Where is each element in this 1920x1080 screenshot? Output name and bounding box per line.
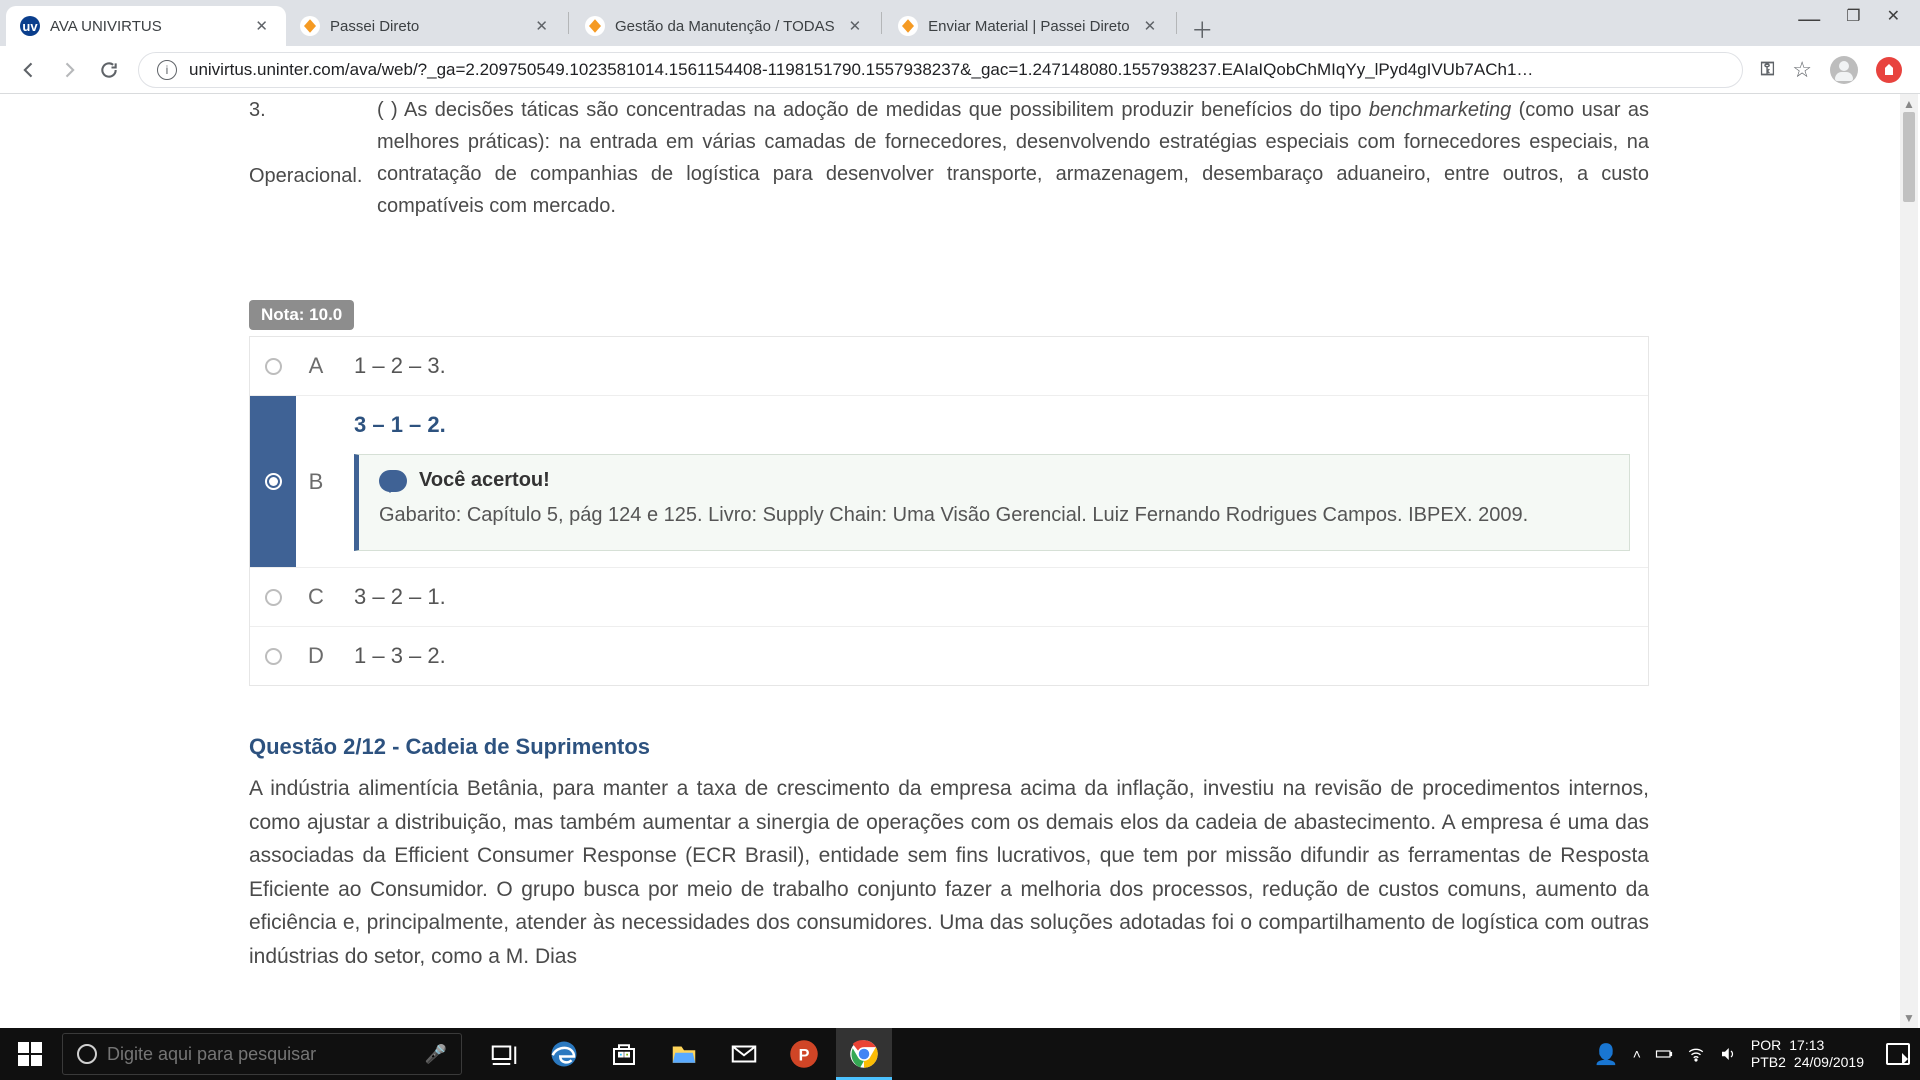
clock[interactable]: POR 17:13 PTB2 24/09/2019	[1751, 1037, 1864, 1071]
edge-icon[interactable]	[536, 1028, 592, 1080]
radio-checked-icon[interactable]	[265, 473, 282, 490]
radio-icon[interactable]	[265, 589, 282, 606]
close-icon[interactable]: ✕	[251, 17, 272, 35]
radio-icon[interactable]	[265, 648, 282, 665]
question-2-title: Questão 2/12 - Cadeia de Suprimentos	[249, 734, 1649, 760]
tab-gestao-manutencao[interactable]: Gestão da Manutenção / TODAS ✕	[571, 6, 879, 46]
tab-passei-direto[interactable]: Passei Direto ✕	[286, 6, 566, 46]
back-icon[interactable]	[18, 59, 40, 81]
close-window-icon[interactable]: ✕	[1887, 6, 1900, 32]
address-bar[interactable]: i univirtus.uninter.com/ava/web/?_ga=2.2…	[138, 52, 1743, 88]
favicon-univirtus: uv	[20, 16, 40, 36]
battery-icon[interactable]	[1655, 1045, 1673, 1063]
scroll-up-icon[interactable]: ▲	[1900, 94, 1918, 114]
tray-chevron-icon[interactable]: ˄	[1633, 1046, 1641, 1062]
microphone-icon[interactable]: 🎤	[425, 1044, 447, 1065]
reload-icon[interactable]	[98, 59, 120, 81]
system-tray: 👤 ˄ POR 17:13 PTB2 24/09/2019	[1594, 1037, 1920, 1071]
score-badge: Nota: 10.0	[249, 300, 354, 330]
lang-code: POR	[1751, 1037, 1781, 1054]
task-view-icon[interactable]	[476, 1028, 532, 1080]
keyboard-layout: PTB2	[1751, 1054, 1786, 1071]
url-text: univirtus.uninter.com/ava/web/?_ga=2.209…	[189, 60, 1724, 80]
action-center-icon[interactable]	[1886, 1043, 1910, 1065]
feedback-title: Você acertou!	[419, 469, 550, 492]
favicon-passei-direto	[585, 16, 605, 36]
option-a[interactable]: A 1 – 2 – 3.	[250, 337, 1648, 395]
volume-icon[interactable]	[1719, 1045, 1737, 1063]
option-c[interactable]: C 3 – 2 – 1.	[250, 567, 1648, 626]
favicon-passei-direto	[898, 16, 918, 36]
options-group: A 1 – 2 – 3. B 3 – 1 – 2. Você acertou!	[249, 336, 1649, 686]
new-tab-button[interactable]: ＋	[1185, 12, 1219, 46]
start-button[interactable]	[0, 1042, 60, 1066]
question-text: ( ) As decisões táticas são concentradas…	[377, 94, 1649, 222]
speech-bubble-icon	[379, 470, 407, 492]
star-icon[interactable]: ☆	[1792, 57, 1812, 83]
time-text: 17:13	[1789, 1037, 1824, 1054]
svg-text:P: P	[799, 1046, 810, 1064]
browser-tab-strip: uv AVA UNIVIRTUS ✕ Passei Direto ✕ Gestã…	[0, 0, 1920, 46]
windows-taskbar: 🎤 P 👤 ˄ POR 17:1	[0, 1028, 1920, 1080]
question-2-text: A indústria alimentícia Betânia, para ma…	[249, 772, 1649, 974]
feedback-box: Você acertou! Gabarito: Capítulo 5, pág …	[354, 454, 1630, 551]
mail-icon[interactable]	[716, 1028, 772, 1080]
close-icon[interactable]: ✕	[845, 17, 866, 35]
site-info-icon[interactable]: i	[157, 60, 177, 80]
scroll-down-icon[interactable]: ▼	[1900, 1008, 1918, 1028]
feedback-text: Gabarito: Capítulo 5, pág 124 e 125. Liv…	[379, 500, 1609, 530]
date-text: 24/09/2019	[1794, 1054, 1864, 1071]
maximize-icon[interactable]: ❐	[1846, 6, 1860, 32]
people-icon[interactable]: 👤	[1594, 1042, 1619, 1067]
vertical-scrollbar[interactable]: ▲ ▼	[1900, 94, 1918, 1028]
taskbar-search[interactable]: 🎤	[62, 1033, 462, 1075]
store-icon[interactable]	[596, 1028, 652, 1080]
extension-icon[interactable]	[1876, 57, 1902, 83]
question-level-label: Operacional.	[249, 160, 367, 192]
radio-icon[interactable]	[265, 358, 282, 375]
scrollbar-thumb[interactable]	[1903, 112, 1915, 202]
powerpoint-icon[interactable]: P	[776, 1028, 832, 1080]
close-icon[interactable]: ✕	[531, 17, 552, 35]
file-explorer-icon[interactable]	[656, 1028, 712, 1080]
browser-toolbar: i univirtus.uninter.com/ava/web/?_ga=2.2…	[0, 46, 1920, 94]
search-input[interactable]	[107, 1044, 415, 1065]
minimize-icon[interactable]: —	[1798, 6, 1820, 32]
forward-icon[interactable]	[58, 59, 80, 81]
profile-avatar[interactable]	[1830, 56, 1858, 84]
tab-enviar-material[interactable]: Enviar Material | Passei Direto ✕	[884, 6, 1174, 46]
question-item-3: 3. Operacional. ( ) As decisões táticas …	[249, 94, 1649, 222]
window-controls: — ❐ ✕	[1798, 6, 1910, 42]
wifi-icon[interactable]	[1687, 1045, 1705, 1063]
close-icon[interactable]: ✕	[1140, 17, 1161, 35]
password-key-icon[interactable]: ⚿	[1761, 59, 1775, 80]
cortana-icon	[77, 1044, 97, 1064]
option-d[interactable]: D 1 – 3 – 2.	[250, 626, 1648, 685]
tab-ava-univirtus[interactable]: uv AVA UNIVIRTUS ✕	[6, 6, 286, 46]
option-b[interactable]: B 3 – 1 – 2. Você acertou! Gabarito: Cap…	[250, 395, 1648, 567]
chrome-icon[interactable]	[836, 1028, 892, 1080]
favicon-passei-direto	[300, 16, 320, 36]
question-number: 3.	[249, 94, 367, 126]
